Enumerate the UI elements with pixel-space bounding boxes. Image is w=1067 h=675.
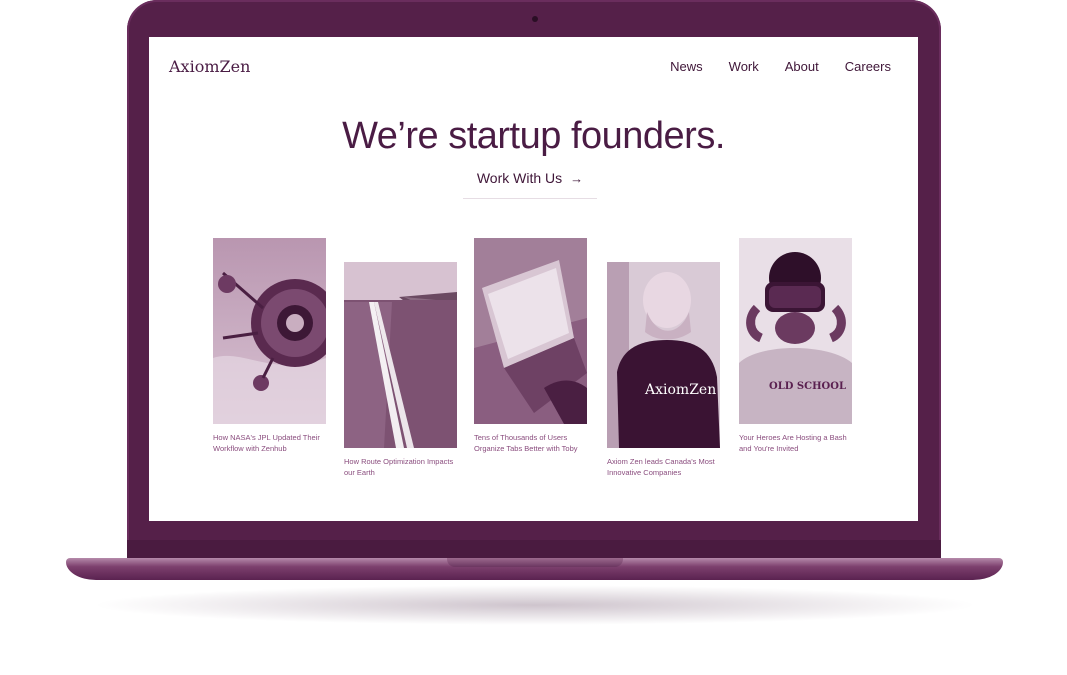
- card-caption: Tens of Thousands of Users Organize Tabs…: [474, 433, 578, 453]
- work-with-us-button[interactable]: Work With Us →: [463, 170, 597, 199]
- card-caption: How Route Optimization Impacts our Earth: [344, 457, 454, 477]
- laptop-image: [474, 238, 587, 424]
- brand-logo[interactable]: AxiomZen: [169, 57, 250, 76]
- vr-headset-image: OLD SCHOOL: [739, 238, 852, 424]
- shirt-logo: AxiomZen: [645, 382, 717, 398]
- article-card[interactable]: Tens of Thousands of Users Organize Tabs…: [474, 238, 587, 454]
- article-card[interactable]: OLD SCHOOL Your Heroes Are Hosting a Bas…: [739, 238, 852, 454]
- article-card[interactable]: AxiomZen Axiom Zen leads Canada's Most I…: [607, 262, 720, 478]
- main-nav: News Work About Careers: [670, 59, 891, 74]
- card-caption: Axiom Zen leads Canada's Most Innovative…: [607, 457, 715, 477]
- article-card[interactable]: How NASA's JPL Updated Their Workflow wi…: [213, 238, 326, 454]
- arrow-right-icon: →: [570, 171, 584, 186]
- nav-item-work[interactable]: Work: [729, 59, 759, 74]
- cta-label: Work With Us: [476, 170, 563, 186]
- nav-item-news[interactable]: News: [670, 59, 703, 74]
- hero-headline: We’re startup founders.: [342, 115, 725, 157]
- website-screen: AxiomZen News Work About Careers We’re s…: [149, 37, 918, 521]
- satellite-image: [213, 238, 326, 424]
- laptop-bezel-bottom: [127, 540, 941, 560]
- laptop-shadow: [90, 585, 980, 625]
- webcam: [532, 16, 538, 22]
- nav-item-careers[interactable]: Careers: [845, 59, 891, 74]
- shirt-text: OLD SCHOOL: [769, 381, 846, 392]
- article-card[interactable]: How Route Optimization Impacts our Earth: [344, 262, 457, 478]
- axiomzen-shirt-image: AxiomZen: [607, 262, 720, 448]
- nav-item-about[interactable]: About: [785, 59, 819, 74]
- card-caption: Your Heroes Are Hosting a Bash and You'r…: [739, 433, 847, 453]
- road-image: [344, 262, 457, 448]
- card-caption: How NASA's JPL Updated Their Workflow wi…: [213, 433, 320, 453]
- laptop-notch: [447, 558, 623, 567]
